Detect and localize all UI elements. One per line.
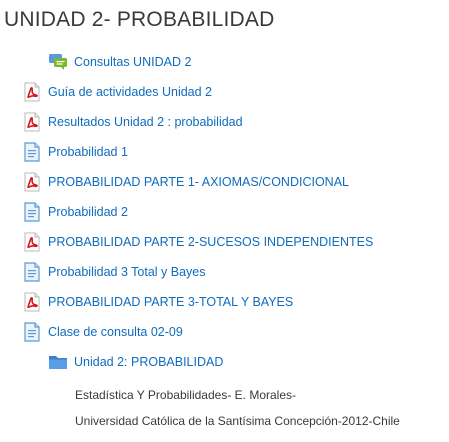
document-icon — [22, 262, 42, 282]
activity-label: Clase de consulta 02-09 — [48, 325, 183, 339]
pdf-icon — [22, 172, 42, 192]
activity-pdf-guia[interactable]: Guía de actividades Unidad 2 — [22, 81, 212, 103]
pdf-icon — [22, 82, 42, 102]
document-icon — [22, 322, 42, 342]
document-icon — [22, 202, 42, 222]
folder-description-line-1: Estadística Y Probabilidades- E. Morales… — [75, 388, 296, 402]
activity-label: PROBABILIDAD PARTE 3-TOTAL Y BAYES — [48, 295, 294, 309]
activity-label: PROBABILIDAD PARTE 2-SUCESOS INDEPENDIEN… — [48, 235, 374, 249]
activity-label: Probabilidad 3 Total y Bayes — [48, 265, 206, 279]
pdf-icon — [22, 112, 42, 132]
folder-icon — [48, 352, 68, 372]
activity-file-probabilidad-1[interactable]: Probabilidad 1 — [22, 141, 128, 163]
activity-file-clase-consulta[interactable]: Clase de consulta 02-09 — [22, 321, 183, 343]
section-title: UNIDAD 2- PROBABILIDAD — [4, 8, 275, 31]
activity-label: Probabilidad 1 — [48, 145, 128, 159]
pdf-icon — [22, 292, 42, 312]
activity-label: Guía de actividades Unidad 2 — [48, 85, 212, 99]
pdf-icon — [22, 232, 42, 252]
activity-label: PROBABILIDAD PARTE 1- AXIOMAS/CONDICIONA… — [48, 175, 350, 189]
activity-pdf-parte-3[interactable]: PROBABILIDAD PARTE 3-TOTAL Y BAYES — [22, 291, 293, 313]
activity-folder-unidad-2[interactable]: Unidad 2: PROBABILIDAD — [48, 351, 223, 373]
document-icon — [22, 142, 42, 162]
activity-label: Consultas UNIDAD 2 — [74, 55, 192, 69]
activity-pdf-parte-1[interactable]: PROBABILIDAD PARTE 1- AXIOMAS/CONDICIONA… — [22, 171, 349, 193]
activity-file-probabilidad-3[interactable]: Probabilidad 3 Total y Bayes — [22, 261, 206, 283]
activity-pdf-resultados[interactable]: Resultados Unidad 2 : probabilidad — [22, 111, 243, 133]
activity-label: Resultados Unidad 2 : probabilidad — [48, 115, 243, 129]
activity-label: Probabilidad 2 — [48, 205, 128, 219]
activity-file-probabilidad-2[interactable]: Probabilidad 2 — [22, 201, 128, 223]
activity-label: Unidad 2: PROBABILIDAD — [74, 355, 224, 369]
forum-icon — [48, 52, 68, 72]
activity-forum-consultas[interactable]: Consultas UNIDAD 2 — [48, 51, 191, 73]
folder-description-line-2: Universidad Católica de la Santísima Con… — [75, 414, 400, 428]
activity-pdf-parte-2[interactable]: PROBABILIDAD PARTE 2-SUCESOS INDEPENDIEN… — [22, 231, 373, 253]
